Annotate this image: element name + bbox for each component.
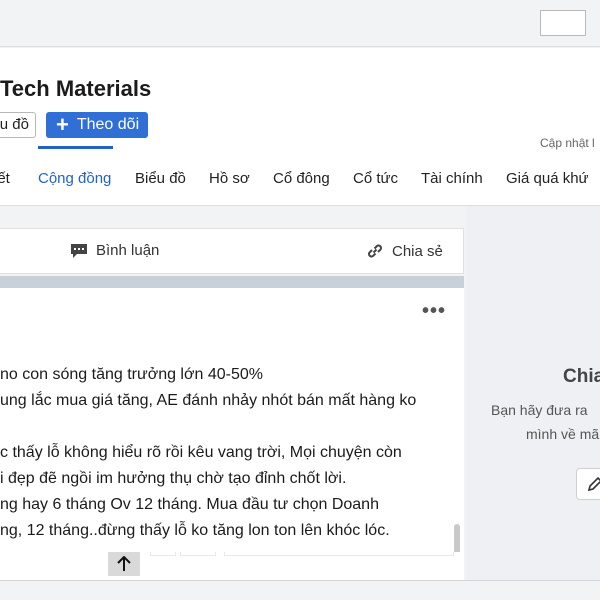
tab-overview[interactable]: iết	[0, 170, 10, 187]
content-bottom-strip	[0, 552, 464, 580]
browser-top-bar	[0, 0, 600, 47]
comment-action[interactable]: Bình luận	[70, 242, 159, 259]
post-line: no con sóng tăng trưởng lớn 40-50%	[0, 366, 263, 383]
share-panel: Chia Bạn hãy đưa ra mình về mã	[466, 206, 600, 580]
active-tab-indicator	[38, 146, 113, 149]
more-options-icon[interactable]: •••	[422, 300, 446, 323]
comment-label: Bình luận	[96, 242, 160, 259]
company-name: Tech Materials	[0, 76, 152, 101]
tab-profile[interactable]: Hồ sơ	[209, 170, 250, 187]
post-line: ung lắc mua giá tăng, AE đánh nhảy nhót …	[0, 392, 417, 409]
write-post-button[interactable]	[576, 468, 600, 500]
post-line: ng hay 6 tháng Ov 12 tháng. Mua đầu tư c…	[0, 496, 379, 513]
tab-price-history[interactable]: Giá quá khứ	[506, 170, 589, 187]
post-line: i đẹp đẽ ngồi im hưởng thụ chờ tạo đỉnh …	[0, 470, 347, 487]
tab-dividends[interactable]: Cổ tức	[353, 170, 398, 187]
stock-tabs: iết Cộng đồng Biểu đồ Hồ sơ Cổ đông Cổ t…	[0, 164, 600, 200]
share-panel-title: Chia	[563, 366, 600, 387]
chart-button[interactable]: u đồ	[0, 112, 36, 138]
tab-chart[interactable]: Biểu đồ	[135, 170, 186, 187]
tab-finance[interactable]: Tài chính	[421, 170, 483, 187]
post-line: c thấy lỗ không hiểu rõ rồi kêu vang trờ…	[0, 444, 402, 461]
tab-community[interactable]: Cộng đồng	[38, 170, 111, 187]
plus-icon: +	[56, 112, 69, 137]
faint-control	[224, 552, 454, 556]
share-panel-text-line1: Bạn hãy đưa ra	[491, 402, 588, 418]
post-line: ng, 12 tháng..đừng thấy lỗ ko tăng lon t…	[0, 522, 390, 539]
link-icon	[368, 244, 382, 258]
share-action[interactable]: Chia sẻ	[366, 242, 443, 260]
post-actions-bar: Bình luận Chia sẻ	[0, 228, 464, 274]
faint-control	[180, 552, 216, 556]
section-separator	[0, 276, 464, 288]
scroll-to-top-button[interactable]	[108, 552, 140, 576]
window-bottom-bar	[0, 580, 600, 600]
pencil-icon	[587, 476, 600, 492]
faint-control	[150, 552, 176, 556]
stock-header: Tech Materials u đồ + Theo dõi Cập nhật …	[0, 48, 600, 206]
follow-button[interactable]: + Theo dõi	[46, 112, 148, 138]
follow-button-label: Theo dõi	[76, 116, 140, 133]
tab-shareholders[interactable]: Cổ đông	[273, 170, 330, 187]
top-bar-button[interactable]	[540, 10, 586, 36]
arrow-up-icon	[117, 556, 131, 571]
comment-icon	[71, 243, 87, 258]
post-content: ••• no con sóng tăng trưởng lớn 40-50% u…	[0, 288, 464, 580]
share-label: Chia sẻ	[392, 242, 443, 260]
share-panel-text-line2: mình về mã	[526, 426, 600, 442]
updated-text: Cập nhật l	[540, 136, 595, 150]
